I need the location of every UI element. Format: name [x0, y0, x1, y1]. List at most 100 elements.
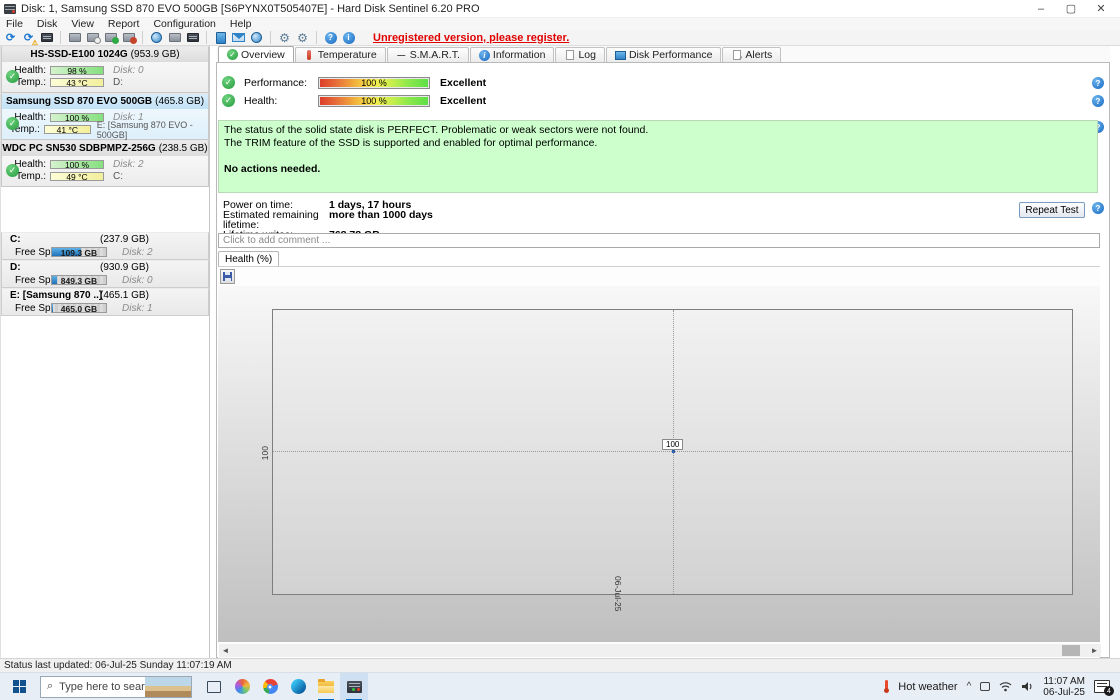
- disk-item-wdc[interactable]: WDC PC SN530 SDBPMPZ-256G (238.5 GB) ✓ He…: [1, 140, 209, 187]
- clock[interactable]: 11:07 AM 06-Jul-25: [1043, 676, 1085, 698]
- drive-letter: D:: [113, 77, 123, 88]
- help-health-icon[interactable]: ?: [1092, 95, 1105, 107]
- health-bar: 100 %: [50, 160, 104, 170]
- health-chart-panel: 100 100 06-Jul-25 ◄ ►: [218, 266, 1101, 658]
- disk-check-icon[interactable]: [103, 31, 119, 45]
- restore-button[interactable]: ▢: [1056, 0, 1086, 17]
- surface-test-icon[interactable]: [39, 31, 54, 45]
- search-placeholder: Type here to search: [59, 680, 157, 693]
- menu-help[interactable]: Help: [230, 18, 252, 30]
- tab-information[interactable]: i Information: [469, 47, 555, 62]
- tab-alerts[interactable]: Alerts: [722, 47, 782, 62]
- hdsentinel-taskbar-button[interactable]: [340, 672, 368, 700]
- thermometer-icon: [304, 50, 315, 61]
- info-icon: i: [478, 49, 490, 61]
- help-repeat-test-icon[interactable]: ?: [1092, 202, 1105, 214]
- tab-smart[interactable]: — S.M.A.R.T.: [386, 47, 469, 62]
- scroll-right-arrow[interactable]: ►: [1088, 644, 1101, 657]
- partition-item-c[interactable]: C: (237.9 GB) Free Space 109.3 GB Disk: 2: [1, 232, 209, 260]
- disk-number: Disk: 0: [122, 274, 153, 286]
- drive-letter: E: [Samsung 870 EVO - 500GB]: [96, 119, 193, 140]
- folder-icon: [318, 678, 334, 693]
- save-chart-button[interactable]: [220, 269, 235, 284]
- network-disk-icon[interactable]: [149, 31, 164, 45]
- tab-overview[interactable]: ✓ Overview: [218, 46, 294, 62]
- chrome-button[interactable]: [256, 673, 284, 700]
- overview-content: ✓ Performance: 100 % Excellent ✓ Health:…: [216, 62, 1110, 658]
- comment-input[interactable]: Click to add comment ...: [218, 233, 1100, 248]
- disk-number: Disk: 0: [113, 65, 144, 76]
- tab-log[interactable]: Log: [555, 47, 605, 62]
- report-icon[interactable]: [213, 31, 228, 45]
- scroll-track[interactable]: [232, 644, 1088, 657]
- refresh-warning-icon[interactable]: ⟳: [21, 31, 38, 47]
- file-explorer-button[interactable]: [312, 673, 340, 700]
- free-space-bar: 465.0 GB: [51, 303, 107, 313]
- register-link[interactable]: Unregistered version, please register.: [373, 32, 569, 44]
- task-view-button[interactable]: [200, 673, 228, 700]
- check-icon: ✓: [222, 76, 235, 89]
- disk-item-hs-ssd[interactable]: HS-SSD-E100 1024G (953.9 GB) ✓ Health: 98…: [1, 46, 209, 93]
- start-button[interactable]: [0, 673, 40, 700]
- disk-clock-icon[interactable]: [85, 31, 101, 45]
- windows-logo-icon: [13, 679, 27, 694]
- tray-date: 06-Jul-25: [1043, 686, 1085, 698]
- repeat-test-button[interactable]: Repeat Test: [1019, 202, 1085, 218]
- detail-value: more than 1000 days: [329, 209, 433, 221]
- speaker-icon[interactable]: [1021, 681, 1034, 692]
- scroll-thumb[interactable]: [1062, 645, 1080, 656]
- menu-configuration[interactable]: Configuration: [153, 18, 215, 30]
- wifi-icon[interactable]: [999, 681, 1012, 692]
- disk-size: (953.9 GB): [130, 49, 180, 60]
- edge-button[interactable]: [284, 673, 312, 700]
- status-line: The TRIM feature of the SSD is supported…: [224, 137, 598, 149]
- disk-number: Disk: 2: [122, 246, 153, 258]
- health-label: Health:: [244, 94, 278, 107]
- menu-view[interactable]: View: [71, 18, 94, 30]
- disk-search-icon[interactable]: [121, 31, 137, 45]
- disk-status-ok-icon: ✓: [6, 117, 19, 130]
- scroll-left-arrow[interactable]: ◄: [219, 644, 232, 657]
- search-highlight-image[interactable]: [145, 676, 191, 697]
- drive-letter: C:: [113, 171, 123, 182]
- settings-icon[interactable]: ⚙: [277, 31, 292, 45]
- menu-report[interactable]: Report: [108, 18, 140, 30]
- printer-disk-icon[interactable]: [185, 31, 200, 45]
- info-icon[interactable]: i: [341, 31, 356, 45]
- partition-item-e[interactable]: E: [Samsung 870 ..] (465.1 GB) Free Space…: [1, 288, 209, 316]
- partition-item-d[interactable]: D: (930.9 GB) Free Space 849.3 GB Disk: 0: [1, 260, 209, 288]
- chart-hscrollbar[interactable]: ◄ ►: [219, 644, 1101, 657]
- help-icon[interactable]: ?: [323, 31, 338, 45]
- system-tray: Hot weather ^ 11:07 AM 06-Jul-25 4: [883, 676, 1120, 698]
- weather-text[interactable]: Hot weather: [898, 681, 957, 693]
- copilot-icon: [234, 679, 250, 694]
- tray-chevron-icon[interactable]: ^: [967, 681, 972, 692]
- email-icon[interactable]: [231, 31, 246, 45]
- notification-center-icon[interactable]: 4: [1094, 680, 1114, 696]
- disk-name: HS-SSD-E100 1024G: [30, 49, 128, 60]
- sound-settings-icon[interactable]: ⚙: [295, 31, 310, 45]
- online-check-icon[interactable]: [249, 31, 264, 45]
- tray-app-icon[interactable]: [980, 682, 991, 691]
- disk-icon[interactable]: [67, 31, 82, 45]
- tab-health-chart[interactable]: Health (%): [218, 251, 280, 266]
- edge-icon: [290, 679, 306, 694]
- menu-file[interactable]: File: [6, 18, 23, 30]
- refresh-icon[interactable]: ⟳: [3, 31, 18, 45]
- copilot-button[interactable]: [228, 673, 256, 700]
- disk-number: Disk: 1: [122, 302, 153, 314]
- help-performance-icon[interactable]: ?: [1092, 77, 1105, 89]
- y-axis-tick: 100: [260, 446, 270, 461]
- taskbar-search-input[interactable]: ⌕ Type here to search: [40, 675, 192, 698]
- minimize-button[interactable]: –: [1026, 0, 1056, 17]
- free-space-value: 465.0 GB: [60, 304, 98, 313]
- disk-item-samsung-selected[interactable]: Samsung SSD 870 EVO 500GB (465.8 GB) ✓ He…: [1, 93, 209, 140]
- toolbar-separator: [316, 31, 317, 44]
- close-button[interactable]: ✕: [1086, 0, 1116, 17]
- partition-drive: E: [Samsung 870 ..]: [10, 290, 103, 301]
- disk-eject-icon[interactable]: [167, 31, 182, 45]
- tab-disk-performance[interactable]: Disk Performance: [605, 47, 722, 62]
- menu-disk[interactable]: Disk: [37, 18, 57, 30]
- tab-temperature[interactable]: Temperature: [294, 47, 386, 62]
